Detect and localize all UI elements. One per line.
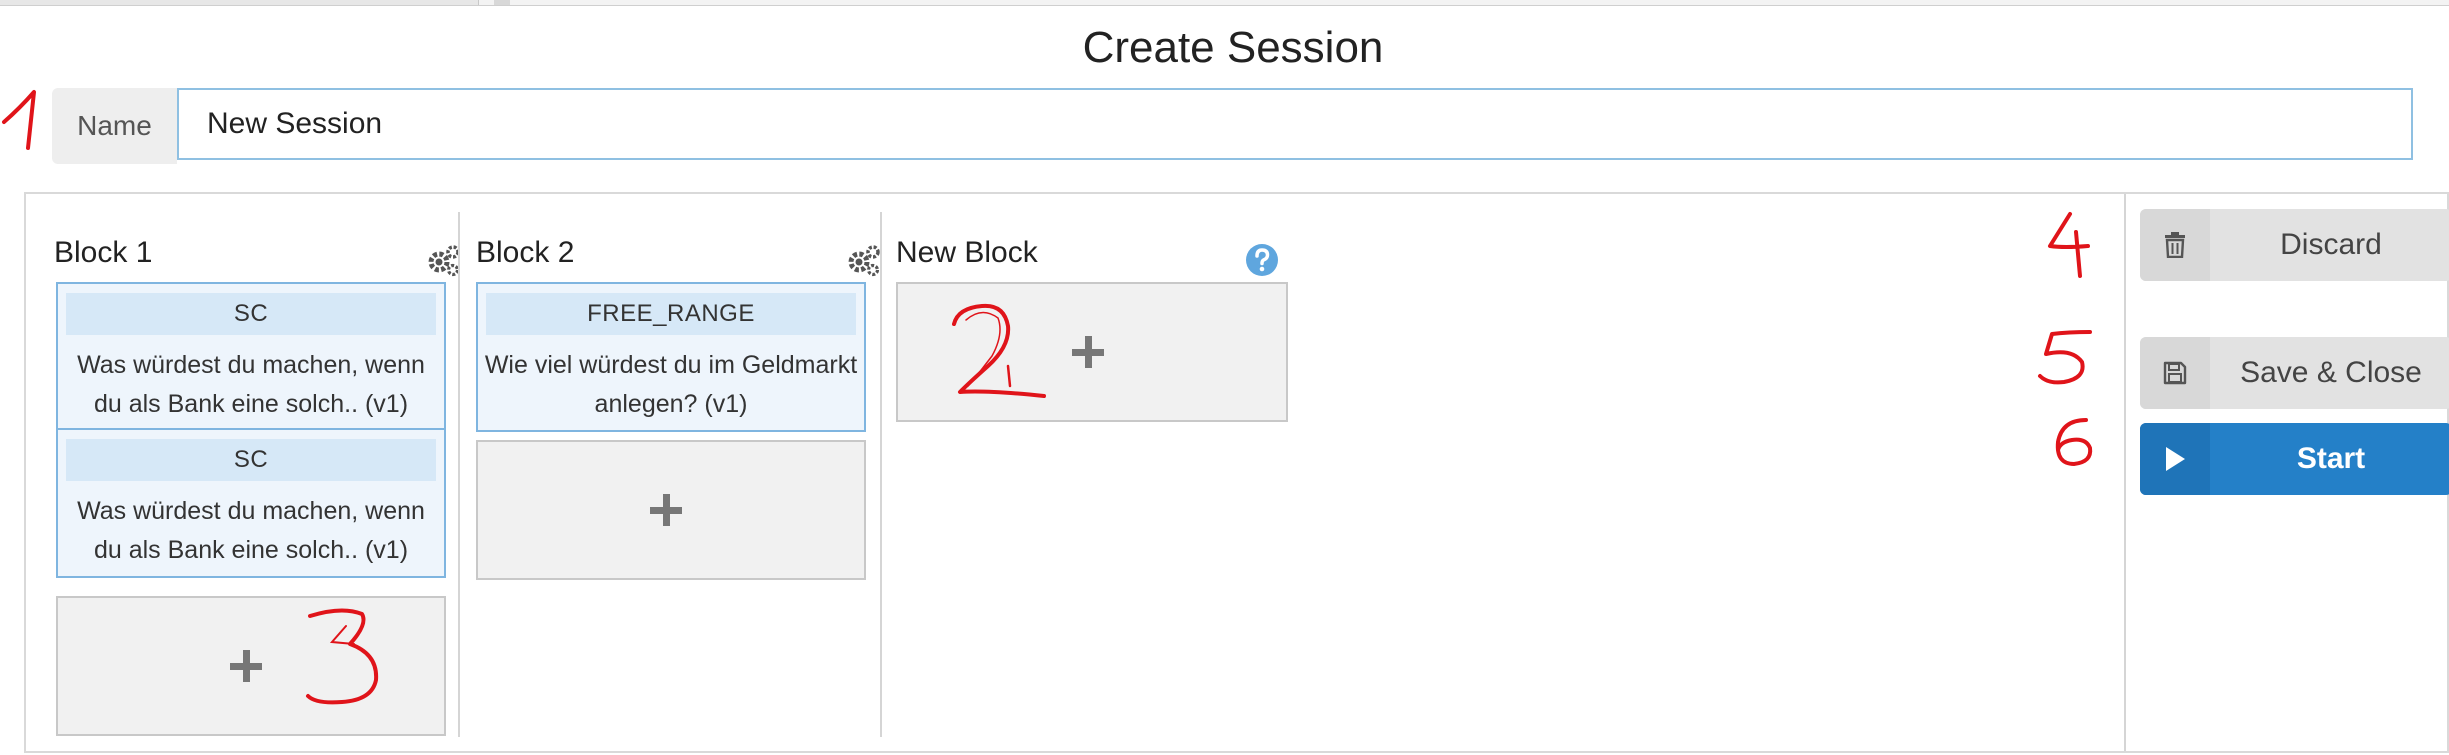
block-title: New Block — [896, 236, 1038, 269]
question-card[interactable]: SC Was würdest du machen, wenn du als Ba… — [56, 428, 446, 578]
name-label: Name — [52, 88, 177, 164]
question-card[interactable]: FREE_RANGE Wie viel würdest du im Geldma… — [476, 282, 866, 432]
annotation-number-2 — [952, 303, 1046, 398]
help-icon[interactable] — [1244, 242, 1280, 278]
tab-scroll-handle[interactable] — [494, 0, 510, 5]
session-name-row: Name — [52, 88, 2416, 164]
annotation-number-1 — [2, 90, 36, 150]
discard-label: Discard — [2280, 228, 2382, 261]
question-text: Wie viel würdest du im Geldmarkt anlegen… — [484, 351, 858, 418]
start-button[interactable]: Start — [2140, 423, 2449, 495]
start-label: Start — [2296, 442, 2366, 475]
gears-icon[interactable] — [846, 242, 882, 278]
column-divider — [880, 212, 882, 737]
add-question-button[interactable] — [56, 596, 446, 736]
question-type-label: SC — [66, 293, 436, 335]
page-title: Create Session — [1082, 23, 1384, 72]
question-type-label: FREE_RANGE — [486, 293, 856, 335]
sidebar-divider — [2124, 194, 2126, 751]
add-question-button[interactable] — [476, 440, 866, 580]
browser-tab-strip — [0, 0, 2449, 6]
session-name-input[interactable] — [177, 88, 2413, 160]
save-close-button[interactable]: Save & Close — [2140, 337, 2449, 409]
trash-icon — [2140, 209, 2210, 281]
annotation-number-4 — [2048, 212, 2090, 278]
plus-icon — [230, 650, 262, 682]
block-title: Block 1 — [54, 236, 153, 269]
question-type-label: SC — [66, 439, 436, 481]
question-text: Was würdest du machen, wenn du als Bank … — [77, 497, 425, 564]
column-divider — [458, 212, 460, 737]
gears-icon[interactable] — [426, 242, 462, 278]
discard-button[interactable]: Discard — [2140, 209, 2449, 281]
block-title: Block 2 — [476, 236, 575, 269]
plus-icon — [650, 494, 682, 526]
play-icon — [2140, 423, 2210, 495]
annotation-number-5 — [2038, 330, 2092, 385]
annotation-number-6 — [2055, 418, 2093, 466]
question-card[interactable]: SC Was würdest du machen, wenn du als Ba… — [56, 282, 446, 430]
floppy-disk-icon — [2140, 337, 2210, 409]
save-close-label: Save & Close — [2240, 356, 2422, 389]
browser-tab[interactable] — [0, 0, 479, 5]
question-text: Was würdest du machen, wenn du als Bank … — [77, 351, 425, 418]
plus-icon — [1072, 336, 1104, 368]
annotation-number-3 — [306, 608, 379, 705]
